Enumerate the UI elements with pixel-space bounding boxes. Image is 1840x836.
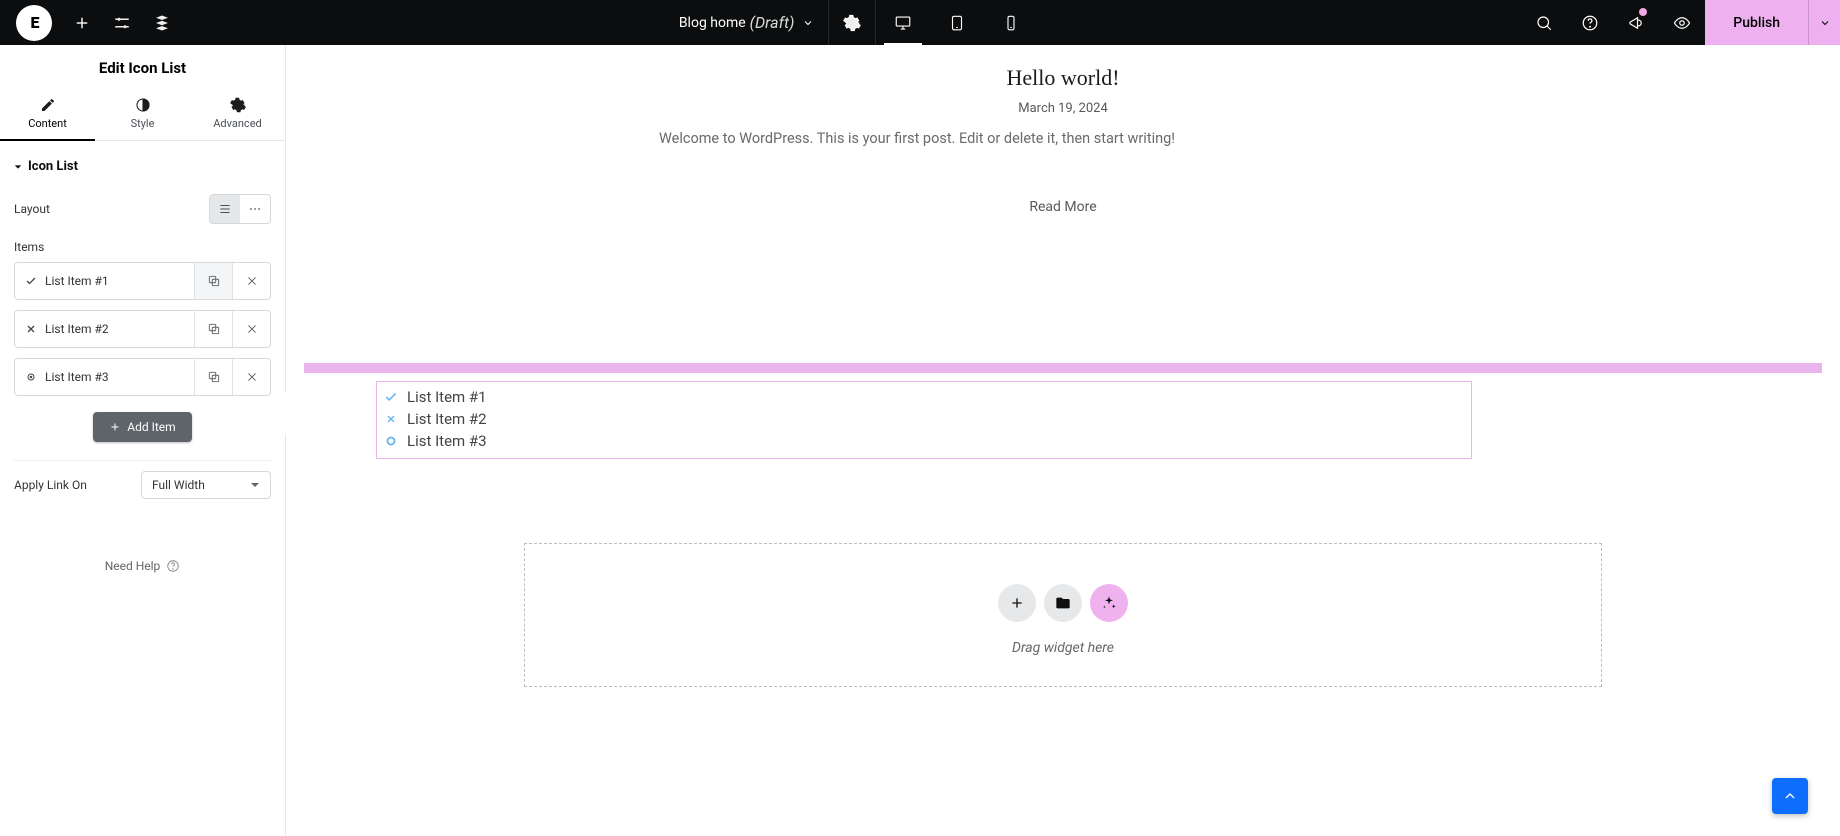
check-icon — [25, 275, 37, 287]
repeater-item: List Item #3 — [14, 358, 271, 396]
publish-label: Publish — [1733, 15, 1780, 31]
layout-toggle — [209, 194, 271, 224]
add-element-button[interactable] — [62, 14, 102, 32]
tab-advanced[interactable]: Advanced — [190, 89, 285, 140]
items-repeater: List Item #1 List Item #2 — [14, 262, 271, 396]
post-date: March 19, 2024 — [783, 95, 1343, 130]
editor-panel: Edit Icon List Content Style Advanced Ic… — [0, 45, 286, 836]
icon-list-widget[interactable]: List Item #1 List Item #2 List Item #3 — [376, 381, 1472, 459]
ai-generate-button[interactable] — [1090, 584, 1128, 622]
document-title: Blog home — [679, 15, 746, 31]
panel-tabs: Content Style Advanced — [0, 89, 285, 141]
remove-item-icon[interactable] — [232, 311, 270, 347]
repeater-item-toggle[interactable]: List Item #1 — [15, 263, 194, 299]
device-mobile[interactable] — [984, 0, 1038, 45]
chevron-down-icon — [250, 480, 260, 490]
notification-dot — [1639, 8, 1647, 16]
apply-link-select[interactable]: Full Width — [141, 471, 271, 499]
settings-sliders-icon[interactable] — [102, 14, 142, 32]
document-switcher[interactable]: Blog home (Draft) — [665, 0, 829, 45]
section-highlight-bar[interactable] — [304, 363, 1822, 373]
apply-link-label: Apply Link On — [14, 478, 87, 492]
post-excerpt: Welcome to WordPress. This is your first… — [659, 130, 1467, 147]
help-circle-icon — [166, 559, 180, 573]
dropzone-text: Drag widget here — [525, 640, 1601, 656]
help-icon[interactable] — [1567, 0, 1613, 45]
chevron-down-icon — [802, 17, 814, 29]
finder-search-icon[interactable] — [1521, 0, 1567, 45]
list-item: List Item #2 — [383, 408, 1465, 430]
remove-item-icon[interactable] — [232, 263, 270, 299]
preview-icon[interactable] — [1659, 0, 1705, 45]
panel-title: Edit Icon List — [0, 45, 285, 89]
items-label: Items — [14, 234, 271, 262]
device-desktop[interactable] — [876, 0, 930, 45]
need-help-link[interactable]: Need Help — [14, 509, 271, 589]
cross-icon — [25, 323, 37, 335]
list-item: List Item #1 — [383, 386, 1465, 408]
top-bar: E Blog home (Draft) — [0, 0, 1840, 45]
repeater-item-toggle[interactable]: List Item #3 — [15, 359, 194, 395]
page-settings-icon[interactable] — [829, 0, 875, 45]
repeater-item-toggle[interactable]: List Item #2 — [15, 311, 194, 347]
duplicate-item-icon[interactable] — [194, 311, 232, 347]
layout-default-icon[interactable] — [210, 195, 240, 223]
tab-content[interactable]: Content — [0, 89, 95, 140]
whats-new-icon[interactable] — [1613, 0, 1659, 45]
duplicate-item-icon[interactable] — [194, 263, 232, 299]
add-item-button[interactable]: Add Item — [93, 412, 191, 442]
cross-icon — [383, 413, 399, 425]
repeater-item: List Item #2 — [14, 310, 271, 348]
post-preview: Hello world! March 19, 2024 Welcome to W… — [783, 57, 1343, 215]
device-tablet[interactable] — [930, 0, 984, 45]
add-section-button[interactable] — [998, 584, 1036, 622]
dot-circle-icon — [25, 371, 37, 383]
layout-label: Layout — [14, 202, 50, 216]
tab-style[interactable]: Style — [95, 89, 190, 140]
duplicate-item-icon[interactable] — [194, 359, 232, 395]
publish-button[interactable]: Publish — [1705, 0, 1808, 45]
repeater-item: List Item #1 — [14, 262, 271, 300]
scroll-to-top-button[interactable] — [1772, 778, 1808, 814]
editor-canvas[interactable]: Hello world! March 19, 2024 Welcome to W… — [286, 45, 1840, 836]
empty-section-dropzone[interactable]: Drag widget here — [524, 543, 1602, 687]
elementor-logo[interactable]: E — [16, 5, 52, 41]
post-title: Hello world! — [783, 57, 1343, 95]
check-icon — [383, 390, 399, 404]
section-icon-list[interactable]: Icon List — [14, 153, 271, 184]
publish-options-caret[interactable] — [1808, 0, 1840, 45]
document-status: (Draft) — [750, 13, 795, 32]
layout-inline-icon[interactable] — [240, 195, 270, 223]
structure-icon[interactable] — [142, 14, 182, 32]
responsive-device-switcher — [876, 0, 1038, 45]
remove-item-icon[interactable] — [232, 359, 270, 395]
dot-circle-icon — [383, 434, 399, 448]
add-template-button[interactable] — [1044, 584, 1082, 622]
read-more-link[interactable]: Read More — [1029, 199, 1096, 215]
list-item: List Item #3 — [383, 430, 1465, 452]
